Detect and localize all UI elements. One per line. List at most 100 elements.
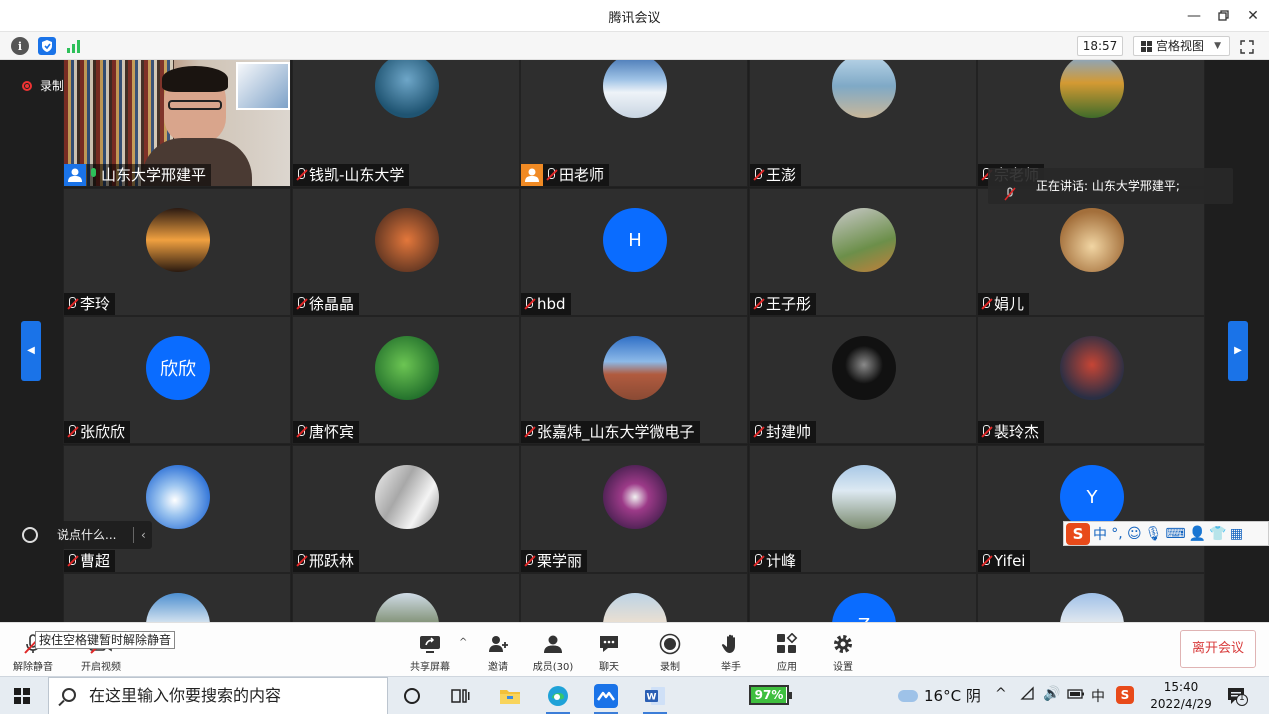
record-button[interactable]: 录制 — [642, 633, 698, 673]
members-label: 成员(30) — [532, 662, 574, 673]
participant-tile[interactable] — [520, 573, 748, 622]
participant-tile[interactable]: 计峰 — [749, 445, 977, 573]
tencent-meeting-app-icon[interactable] — [594, 684, 618, 708]
participant-nametag: 裴玲杰 — [978, 421, 1045, 443]
participant-tile[interactable]: 封建帅 — [749, 316, 977, 444]
notification-icon[interactable]: 1 — [1226, 686, 1248, 706]
participant-tile[interactable] — [977, 573, 1205, 622]
muted-mic-icon — [753, 554, 763, 567]
info-icon[interactable]: i — [11, 37, 29, 55]
participant-tile[interactable]: Y Yifei — [977, 445, 1205, 573]
keyboard-icon[interactable]: ⌨ — [1165, 526, 1185, 542]
restore-icon[interactable] — [1211, 4, 1235, 28]
window-title: 腾讯会议 — [608, 11, 661, 26]
participant-tile[interactable]: 裴玲杰 — [977, 316, 1205, 444]
raise-hand-button[interactable]: 举手 — [703, 633, 759, 673]
emoji-icon[interactable]: ☺ — [1127, 526, 1142, 542]
apps-button[interactable]: 应用 — [759, 632, 815, 673]
participant-avatar — [603, 593, 667, 622]
emoji-icon[interactable] — [22, 527, 38, 543]
participant-tile[interactable]: 唐怀宾 — [292, 316, 520, 444]
next-page-arrow-icon[interactable]: ▶ — [1228, 321, 1248, 381]
host-badge-icon — [64, 164, 86, 186]
participant-tile[interactable]: 曹超 — [63, 445, 291, 573]
participant-tile[interactable]: 王澎 — [749, 60, 977, 187]
chat-button[interactable]: 聊天 — [581, 633, 637, 673]
participant-tile[interactable]: Z — [749, 573, 977, 622]
cortana-icon[interactable] — [400, 684, 424, 708]
participant-tile[interactable]: 钱凯-山东大学 — [292, 60, 520, 187]
chevron-up-icon[interactable]: ^ — [459, 637, 467, 648]
wifi-icon[interactable] — [1020, 686, 1036, 706]
sogou-tray-icon[interactable]: S — [1116, 686, 1134, 704]
previous-page-arrow-icon[interactable]: ◀ — [21, 321, 41, 381]
clock-date: 2022/4/29 — [1150, 697, 1212, 711]
skin-icon[interactable]: 👕 — [1209, 526, 1226, 542]
mic-icon[interactable]: 🎙 — [1145, 526, 1163, 542]
security-shield-icon[interactable] — [38, 37, 56, 55]
user-icon[interactable]: 👤 — [1189, 526, 1206, 542]
word-app-icon[interactable]: W — [643, 684, 667, 708]
participant-tile[interactable]: 栗学丽 — [520, 445, 748, 573]
meeting-duration: 18:57 — [1077, 36, 1123, 56]
share-screen-button[interactable]: 共享屏幕 — [402, 633, 458, 673]
chevron-up-icon[interactable]: ^ — [995, 686, 1007, 702]
battery-widget[interactable]: 97% — [749, 685, 792, 705]
quick-chat-pill[interactable]: 说点什么... ‹ — [13, 521, 152, 549]
signal-strength-icon[interactable] — [65, 37, 83, 55]
sogou-ime-toolbar[interactable]: S 中 °, ☺ 🎙 ⌨ 👤 👕 ▦ — [1063, 521, 1269, 546]
close-icon[interactable]: ✕ — [1241, 4, 1265, 28]
participant-tile[interactable]: 徐晶晶 — [292, 188, 520, 316]
members-button[interactable]: 成员(30) — [525, 633, 581, 673]
ime-language[interactable]: 中 — [1091, 686, 1105, 706]
muted-mic-icon — [296, 168, 306, 181]
wall-picture — [236, 62, 290, 110]
participant-tile[interactable]: 王子彤 — [749, 188, 977, 316]
chat-bubble-icon — [581, 633, 637, 655]
grid-menu-icon[interactable]: ▦ — [1229, 526, 1243, 542]
participant-tile[interactable] — [292, 573, 520, 622]
battery-icon[interactable] — [1067, 686, 1085, 706]
leave-meeting-button[interactable]: 离开会议 — [1180, 630, 1256, 668]
participant-avatar — [375, 208, 439, 272]
muted-mic-icon — [981, 297, 991, 310]
file-explorer-icon[interactable] — [498, 684, 522, 708]
participant-tile[interactable]: 张嘉炜_山东大学微电子 — [520, 316, 748, 444]
windows-start-icon[interactable] — [14, 688, 30, 704]
view-mode-dropdown[interactable]: 宫格视图 ▼ — [1133, 36, 1230, 56]
invite-button[interactable]: 邀请 — [470, 633, 526, 673]
participant-tile[interactable]: 山东大学邢建平 — [63, 60, 291, 187]
sogou-logo-icon[interactable]: S — [1066, 522, 1090, 545]
participant-avatar — [603, 336, 667, 400]
participant-tile[interactable]: 田老师 — [520, 60, 748, 187]
participant-tile[interactable]: 娟儿 — [977, 188, 1205, 316]
apps-icon — [759, 632, 815, 655]
ime-punct[interactable]: °, — [1110, 526, 1124, 542]
participant-tile[interactable]: Hhbd — [520, 188, 748, 316]
settings-label: 设置 — [833, 662, 853, 673]
task-view-icon[interactable] — [448, 684, 472, 708]
settings-button[interactable]: 设置 — [815, 633, 871, 673]
share-screen-icon — [402, 633, 458, 655]
edge-browser-icon[interactable] — [546, 684, 570, 708]
chevron-left-icon[interactable]: ‹ — [141, 521, 146, 549]
ime-lang[interactable]: 中 — [1093, 524, 1107, 544]
volume-icon[interactable]: 🔊 — [1043, 686, 1060, 702]
participant-tile[interactable]: 李玲 — [63, 188, 291, 316]
weather-widget[interactable]: 16°C 阴 — [898, 685, 981, 706]
unmute-tooltip: 按住空格键暂时解除静音 — [35, 631, 176, 649]
minimize-icon[interactable]: — — [1182, 4, 1206, 28]
participant-tile[interactable]: 邢跃林 — [292, 445, 520, 573]
participant-nametag: 山东大学邢建平 — [64, 164, 212, 186]
participant-name: 娟儿 — [994, 295, 1025, 313]
participant-tile[interactable]: 欣欣 张欣欣 — [63, 316, 291, 444]
system-clock[interactable]: 15:40 2022/4/29 — [1147, 679, 1215, 713]
fullscreen-icon[interactable] — [1240, 39, 1254, 54]
participant-name: hbd — [537, 295, 566, 313]
participant-avatar — [375, 336, 439, 400]
participant-tile[interactable] — [63, 573, 291, 622]
participant-avatar: Y — [1060, 465, 1124, 529]
weather-text: 16°C 阴 — [924, 687, 981, 705]
taskbar-search-box[interactable]: 在这里输入你要搜索的内容 — [48, 677, 388, 714]
participant-avatar — [832, 336, 896, 400]
